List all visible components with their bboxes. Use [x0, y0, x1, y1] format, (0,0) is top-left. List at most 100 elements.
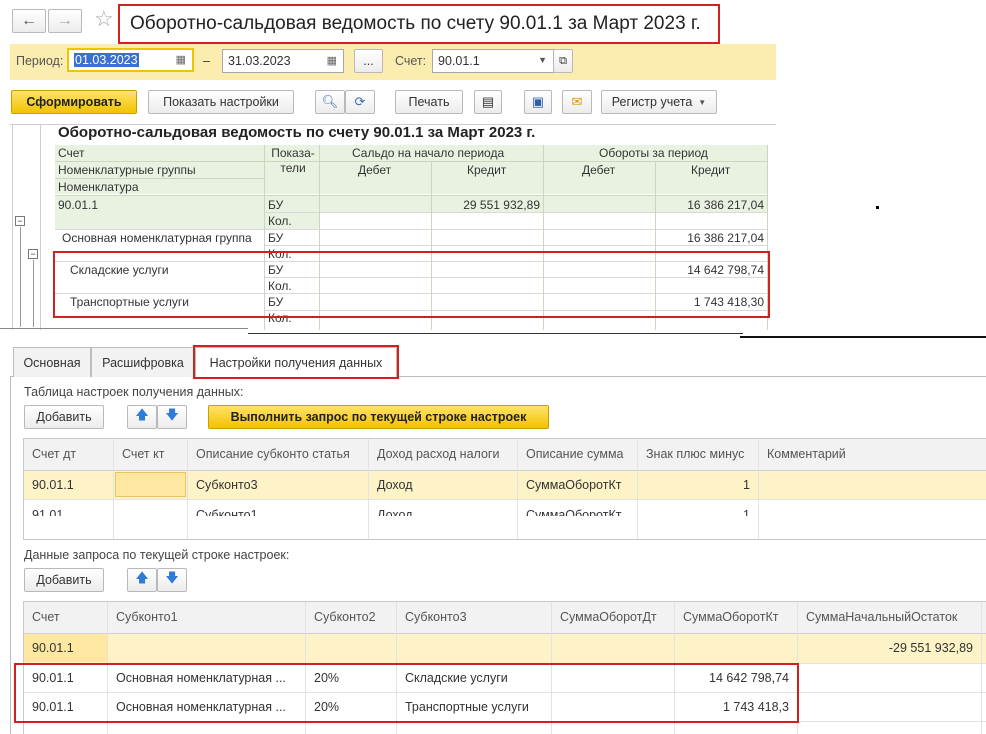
- add-setting-button[interactable]: Добавить: [24, 405, 104, 429]
- back-button[interactable]: ←: [12, 9, 46, 33]
- report-row-indicator: БУ: [268, 295, 284, 309]
- arrow-right-icon: →: [57, 12, 73, 29]
- table-cell: Доход: [377, 508, 413, 516]
- arrow-down-icon: 🡇: [165, 407, 179, 422]
- table-cell: Доход: [377, 478, 413, 492]
- report-header-account: Счет: [58, 146, 85, 160]
- report-title: Оборотно-сальдовая ведомость по счету 90…: [58, 124, 536, 141]
- tab-breakdown[interactable]: Расшифровка: [91, 347, 195, 377]
- register-dropdown[interactable]: Регистр учета ▼: [601, 90, 717, 114]
- envelope-icon: ✉: [571, 94, 583, 109]
- floppy-disk-icon: ▣: [531, 94, 545, 109]
- section-divider: [248, 333, 743, 334]
- column-header[interactable]: Комментарий: [767, 447, 846, 461]
- search-button[interactable]: 🔍︎: [315, 90, 345, 114]
- collapse-toggle-icon[interactable]: −: [15, 216, 25, 226]
- collapse-toggle-icon[interactable]: −: [28, 249, 38, 259]
- column-header[interactable]: Счет дт: [32, 447, 76, 461]
- print-button[interactable]: Печать: [395, 90, 463, 114]
- report-row-indicator: БУ: [268, 231, 284, 245]
- settings-table-label: Таблица настроек получения данных:: [24, 385, 244, 399]
- report-header-credit: Кредит: [691, 163, 731, 177]
- save-button[interactable]: ▣: [524, 90, 552, 114]
- selected-cell[interactable]: [115, 472, 186, 497]
- table-row-clipped: 91.01 Субконто1 Доход СуммаОборотКт 1: [24, 499, 986, 516]
- table-cell: Основная номенклатурная ...: [116, 671, 286, 685]
- print-preview-icon: ▤: [481, 94, 495, 109]
- column-header[interactable]: СуммаОборотДт: [560, 610, 657, 624]
- favorite-star-icon[interactable]: ☆: [94, 6, 114, 32]
- search-next-button[interactable]: ⟳: [345, 90, 375, 114]
- column-header[interactable]: Описание сумма: [526, 447, 624, 461]
- query-table-label: Данные запроса по текущей строке настрое…: [24, 548, 290, 562]
- column-header[interactable]: Описание субконто статья: [196, 447, 350, 461]
- period-select-button[interactable]: ...: [354, 49, 383, 73]
- report-row-name: Складские услуги: [70, 263, 169, 277]
- email-button[interactable]: ✉: [562, 90, 592, 114]
- print-preview-button[interactable]: ▤: [474, 90, 502, 114]
- report-header-turnover: Обороты за период: [599, 146, 708, 160]
- arrow-up-icon: 🡅: [135, 407, 149, 422]
- report-row-name: Основная номенклатурная группа: [62, 231, 252, 245]
- table-cell: 14 642 798,74: [709, 671, 789, 685]
- open-window-icon: ⧉: [559, 54, 567, 67]
- column-header[interactable]: Счет: [32, 610, 60, 624]
- chevron-down-icon: ▼: [698, 97, 707, 107]
- table-cell: Основная номенклатурная ...: [116, 700, 286, 714]
- column-header[interactable]: Доход расход налоги: [377, 447, 499, 461]
- table-cell: 90.01.1: [32, 478, 74, 492]
- table-cell: 1: [743, 478, 750, 492]
- report-row-turnover-credit: 1 743 418,30: [693, 295, 764, 309]
- date-from-field[interactable]: 01.03.2023 ▦: [67, 48, 194, 72]
- account-label: Счет:: [395, 54, 427, 68]
- report-row-indicator: Кол.: [268, 279, 292, 293]
- arrow-left-icon: ←: [21, 12, 37, 29]
- column-header[interactable]: Знак плюс минус: [646, 447, 744, 461]
- tab-data-settings[interactable]: Настройки получения данных: [195, 347, 397, 378]
- show-settings-button[interactable]: Показать настройки: [148, 90, 294, 114]
- column-header[interactable]: Субконто1: [116, 610, 178, 624]
- chevron-down-icon[interactable]: ▼: [538, 55, 547, 65]
- table-cell: 20%: [314, 700, 340, 714]
- table-cell: 1 743 418,3: [722, 700, 789, 714]
- table-cell: СуммаОборотКт: [526, 508, 622, 516]
- report-row-turnover-credit: 16 386 217,04: [687, 198, 764, 212]
- add-query-row-button[interactable]: Добавить: [24, 568, 104, 592]
- table-cell: Субконто3: [196, 478, 258, 492]
- move-up-button[interactable]: 🡅: [127, 405, 157, 429]
- generate-button[interactable]: Сформировать: [11, 90, 137, 114]
- forward-button[interactable]: →: [48, 9, 82, 33]
- report-header-item: Номенклатура: [58, 180, 139, 194]
- search-icon: 🔍︎: [321, 94, 339, 109]
- column-header[interactable]: Субконто2: [314, 610, 376, 624]
- report-header-credit: Кредит: [467, 163, 507, 177]
- report-header-debit: Дебет: [358, 163, 392, 177]
- report-row-indicator: Кол.: [268, 247, 292, 261]
- table-cell: Субконто1: [196, 508, 258, 516]
- table-cell: 90.01.1: [32, 671, 74, 685]
- run-query-button[interactable]: Выполнить запрос по текущей строке настр…: [208, 405, 549, 429]
- table-cell: СуммаОборотКт: [526, 478, 622, 492]
- column-header[interactable]: Счет кт: [122, 447, 164, 461]
- section-divider: [740, 336, 986, 338]
- table-cell: 20%: [314, 671, 340, 685]
- move-down-button[interactable]: 🡇: [157, 405, 187, 429]
- report-header-group: Номенклатурные группы: [58, 163, 196, 177]
- search-next-icon: ⟳: [354, 94, 366, 109]
- move-down-button[interactable]: 🡇: [157, 568, 187, 592]
- tab-main[interactable]: Основная: [13, 347, 91, 377]
- column-header[interactable]: Субконто3: [405, 610, 467, 624]
- calendar-icon[interactable]: ▦: [176, 53, 186, 66]
- table-cell: 90.01.1: [32, 700, 74, 714]
- calendar-icon[interactable]: ▦: [327, 54, 337, 67]
- account-field[interactable]: 90.01.1 ▼: [432, 49, 554, 73]
- report-header-debit: Дебет: [582, 163, 616, 177]
- column-header[interactable]: СуммаНачальныйОстаток: [806, 610, 957, 624]
- date-dash: –: [203, 54, 210, 68]
- move-up-button[interactable]: 🡅: [127, 568, 157, 592]
- column-header[interactable]: СуммаОборотКт: [683, 610, 778, 624]
- date-to-field[interactable]: 31.03.2023 ▦: [222, 49, 344, 73]
- report-row-turnover-credit: 14 642 798,74: [687, 263, 764, 277]
- open-account-button[interactable]: ⧉: [553, 49, 573, 73]
- section-divider: [0, 328, 248, 329]
